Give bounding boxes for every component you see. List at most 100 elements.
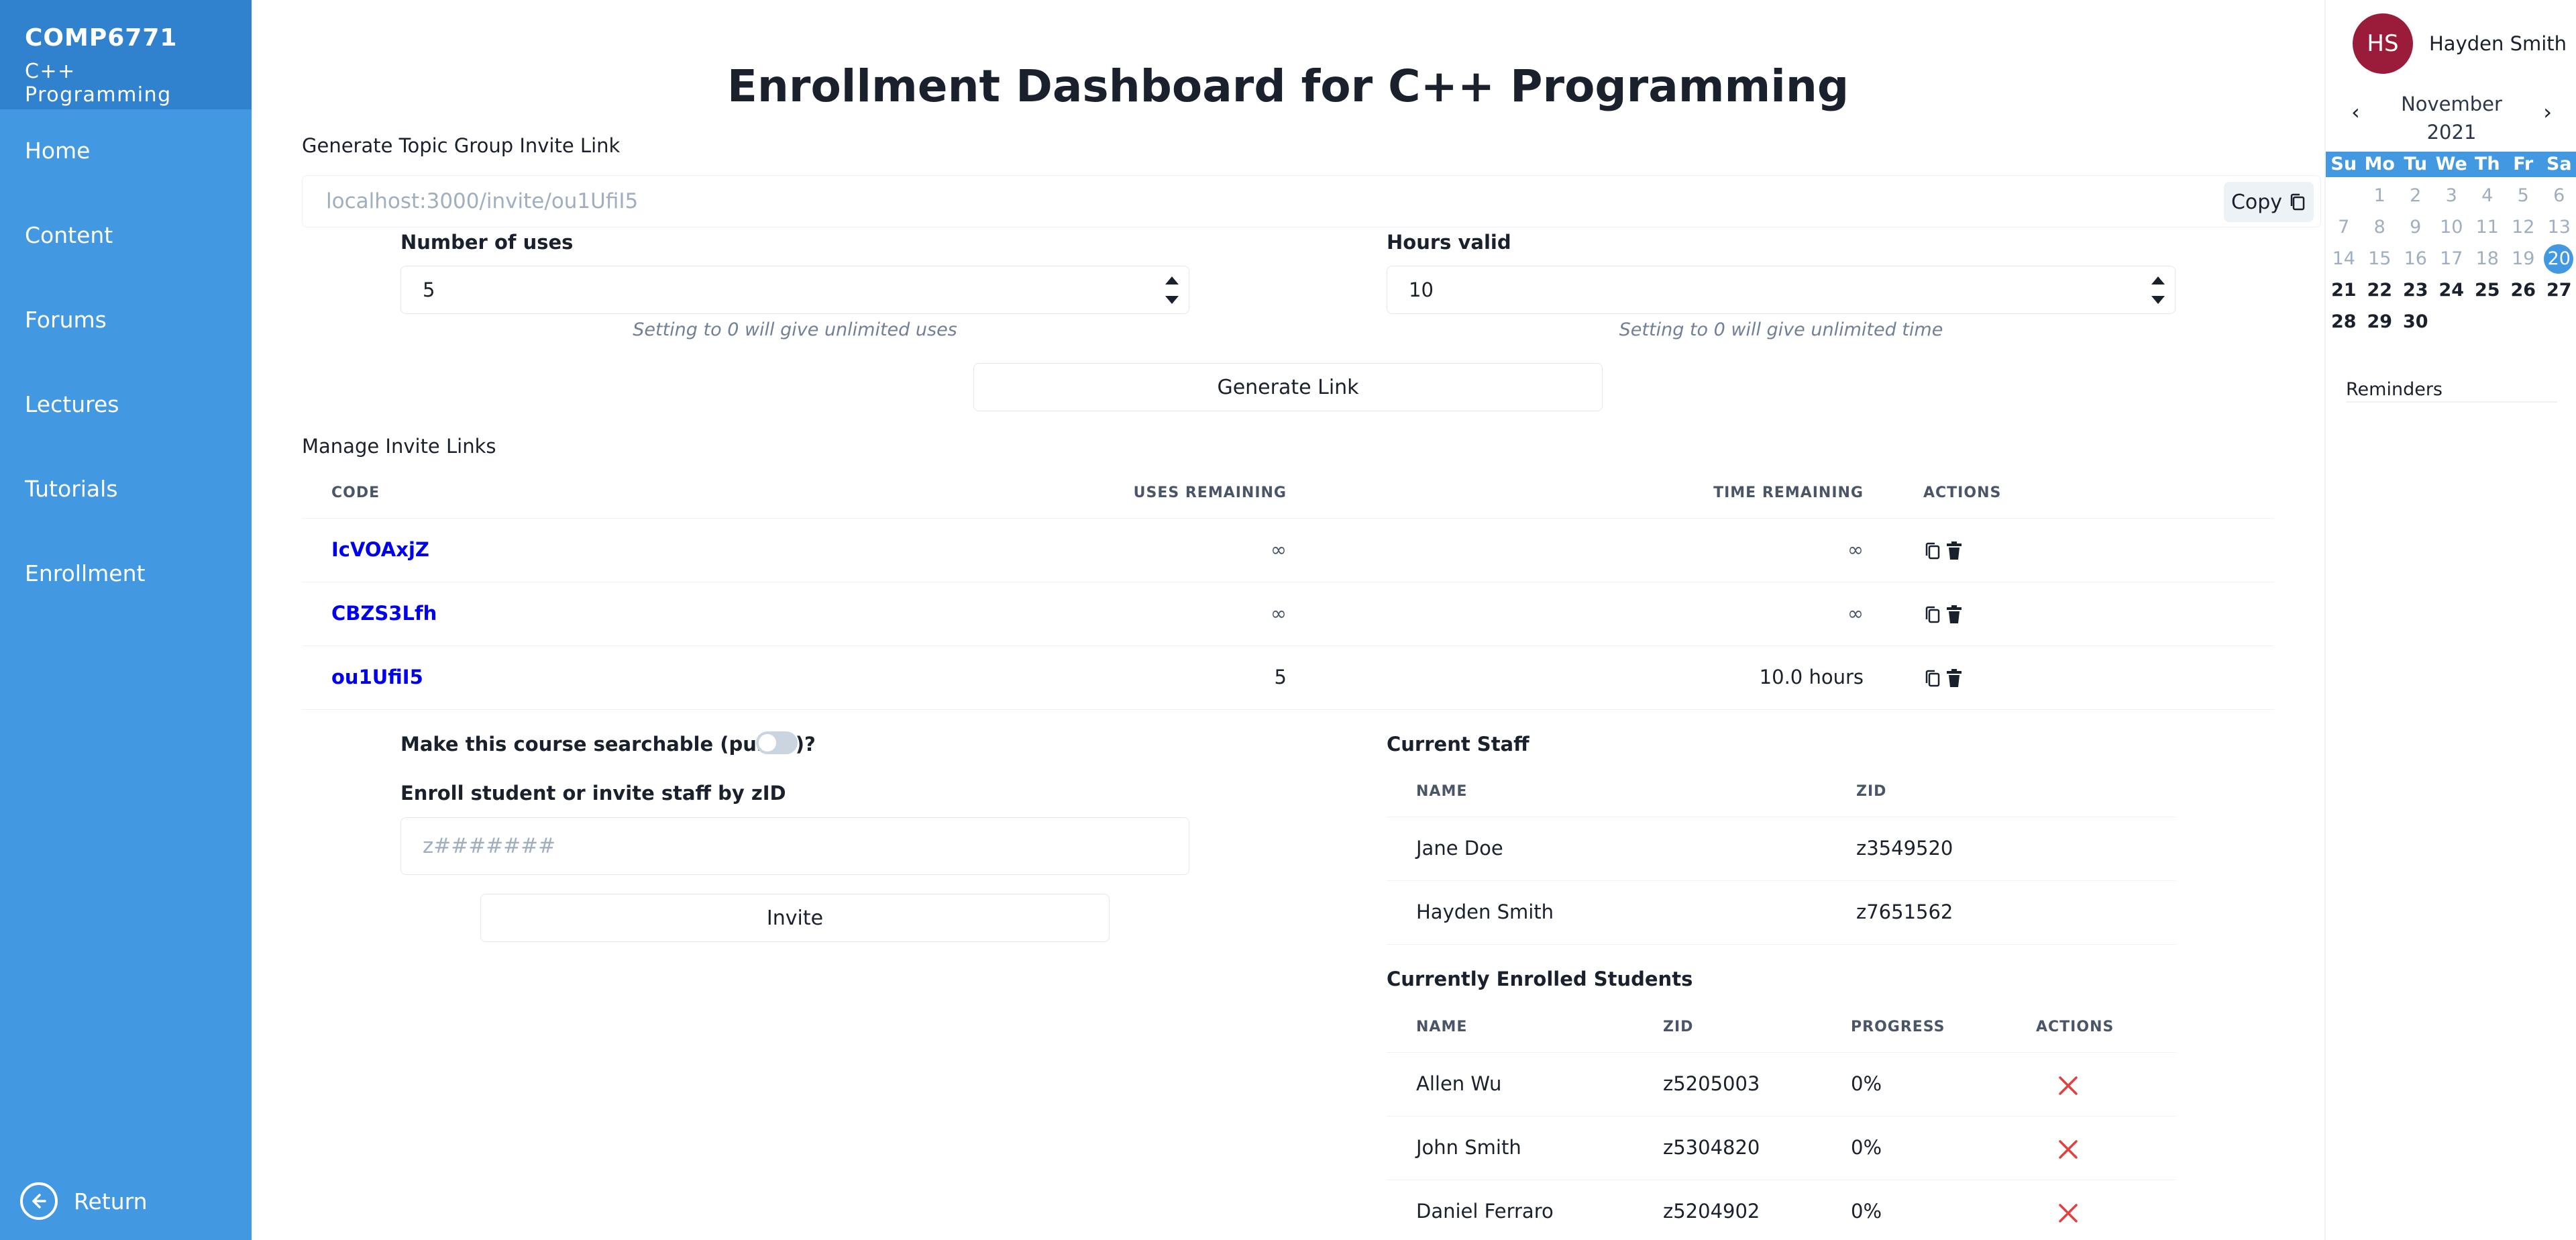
- weekday-label: Su: [2330, 154, 2357, 174]
- calendar-nav: ‹ November 2021 ›: [2326, 87, 2576, 148]
- manage-section-label: Manage Invite Links: [302, 435, 496, 458]
- calendar-day[interactable]: 17: [2434, 243, 2470, 274]
- invite-code-link[interactable]: ou1UfiI5: [331, 666, 423, 688]
- calendar-day[interactable]: 25: [2469, 274, 2506, 306]
- remove-student-icon[interactable]: [2057, 1139, 2079, 1160]
- calendar-day[interactable]: 26: [2506, 274, 2542, 306]
- student-progress: 0%: [1851, 1136, 1882, 1159]
- calendar-day-number: 13: [2547, 217, 2571, 238]
- right-panel: HS Hayden Smith ‹ November 2021 › Su Mo …: [2324, 0, 2576, 1240]
- calendar-day[interactable]: 2: [2398, 180, 2434, 211]
- trash-icon[interactable]: [1945, 605, 1963, 625]
- calendar-day-number: 25: [2474, 280, 2500, 301]
- return-button[interactable]: Return: [20, 1182, 148, 1220]
- calendar-day[interactable]: 6: [2541, 180, 2576, 211]
- invite-section-label: Generate Topic Group Invite Link: [302, 134, 621, 157]
- invite-link-field[interactable]: localhost:3000/invite/ou1UfiI5 Copy: [302, 175, 2321, 227]
- student-zid: z5304820: [1663, 1136, 1760, 1159]
- generate-link-button[interactable]: Generate Link: [973, 363, 1603, 411]
- staff-name: Hayden Smith: [1416, 900, 1554, 923]
- calendar-day-number: 16: [2404, 248, 2427, 269]
- staff-name: Jane Doe: [1416, 837, 1503, 860]
- weekday-label: We: [2435, 154, 2467, 174]
- calendar-day[interactable]: 13: [2541, 211, 2576, 243]
- uses-remaining: 5: [1274, 666, 1287, 688]
- calendar-day[interactable]: 23: [2398, 274, 2434, 306]
- stepper-down-icon[interactable]: [1165, 295, 1179, 304]
- calendar-weekday-header: Su Mo Tu We Th Fr Sa: [2326, 152, 2576, 177]
- students-title: Currently Enrolled Students: [1387, 968, 1693, 990]
- uses-stepper[interactable]: [1162, 270, 1182, 309]
- uses-input[interactable]: 5: [400, 266, 1189, 314]
- sidebar-item-lectures[interactable]: Lectures: [0, 362, 252, 446]
- calendar-day[interactable]: 24: [2434, 274, 2470, 306]
- calendar-day[interactable]: 28: [2326, 306, 2362, 338]
- calendar-day[interactable]: 30: [2398, 306, 2434, 338]
- calendar-day[interactable]: 11: [2469, 211, 2506, 243]
- copy-icon[interactable]: [1924, 541, 1941, 561]
- calendar-day-number: 17: [2440, 248, 2463, 269]
- zid-input[interactable]: z#######: [400, 817, 1189, 875]
- calendar-day[interactable]: 22: [2362, 274, 2398, 306]
- invite-code-link[interactable]: IcVOAxjZ: [331, 538, 429, 561]
- calendar-day[interactable]: 10: [2434, 211, 2470, 243]
- calendar-grid: 1 2 3 4 5 6 7 8 9 10 11 12 13 14 15 16 17 18 19 20 21 22 23 24 2…: [2326, 180, 2576, 338]
- trash-icon[interactable]: [1945, 668, 1963, 688]
- col-header-actions: Actions: [2036, 1019, 2114, 1035]
- calendar-day[interactable]: 12: [2506, 211, 2542, 243]
- searchable-toggle[interactable]: [756, 731, 798, 754]
- invite-code-link[interactable]: CBZS3Lfh: [331, 602, 437, 625]
- calendar-day[interactable]: 16: [2398, 243, 2434, 274]
- calendar-day[interactable]: 9: [2398, 211, 2434, 243]
- copy-label: Copy: [2231, 190, 2283, 214]
- remove-student-icon[interactable]: [2057, 1202, 2079, 1224]
- calendar-year: 2021: [2426, 121, 2477, 144]
- calendar-week-row: 7 8 9 10 11 12 13: [2326, 211, 2576, 243]
- stepper-down-icon[interactable]: [2151, 295, 2165, 304]
- divider: [1387, 944, 2176, 945]
- calendar-day[interactable]: 7: [2326, 211, 2362, 243]
- sidebar-item-forums[interactable]: Forums: [0, 277, 252, 362]
- copy-link-button[interactable]: Copy: [2224, 182, 2314, 222]
- calendar-day[interactable]: 14: [2326, 243, 2362, 274]
- invite-button[interactable]: Invite: [480, 894, 1110, 942]
- avatar[interactable]: HS: [2353, 13, 2413, 74]
- calendar-day[interactable]: 29: [2362, 306, 2398, 338]
- calendar-day[interactable]: 21: [2326, 274, 2362, 306]
- calendar-week-row: 1 2 3 4 5 6: [2326, 180, 2576, 211]
- calendar-day-number: 19: [2512, 248, 2535, 269]
- sidebar-item-tutorials[interactable]: Tutorials: [0, 446, 252, 531]
- sidebar-item-content[interactable]: Content: [0, 193, 252, 277]
- calendar-day-today[interactable]: 20: [2541, 243, 2576, 274]
- calendar-day[interactable]: 5: [2506, 180, 2542, 211]
- return-label: Return: [74, 1188, 148, 1215]
- remove-student-icon[interactable]: [2057, 1075, 2079, 1096]
- calendar-day[interactable]: 4: [2469, 180, 2506, 211]
- calendar-day[interactable]: 19: [2506, 243, 2542, 274]
- calendar-day-number: 22: [2367, 280, 2393, 301]
- hours-stepper[interactable]: [2148, 270, 2168, 309]
- sidebar-item-enrollment[interactable]: Enrollment: [0, 531, 252, 615]
- divider: [302, 518, 2274, 519]
- calendar-day[interactable]: 18: [2469, 243, 2506, 274]
- toggle-knob: [759, 734, 776, 752]
- copy-icon[interactable]: [1924, 668, 1941, 688]
- hours-input[interactable]: 10: [1387, 266, 2176, 314]
- arrow-left-icon: [20, 1182, 58, 1220]
- copy-icon[interactable]: [1924, 605, 1941, 625]
- calendar-day[interactable]: 8: [2362, 211, 2398, 243]
- calendar-day[interactable]: 27: [2541, 274, 2576, 306]
- calendar-day[interactable]: 15: [2362, 243, 2398, 274]
- user-profile[interactable]: HS Hayden Smith: [2353, 13, 2567, 74]
- students-table: Name zID Progress Actions Allen Wu z5205…: [1387, 1004, 2176, 1240]
- calendar-day-number: 2: [2410, 185, 2422, 206]
- sidebar-item-home[interactable]: Home: [0, 108, 252, 193]
- calendar-day[interactable]: 3: [2434, 180, 2470, 211]
- next-month-icon[interactable]: ›: [2543, 99, 2552, 125]
- stepper-up-icon[interactable]: [1165, 276, 1179, 285]
- uses-value: 5: [423, 278, 435, 301]
- col-header-zid: zID: [1856, 783, 1887, 800]
- calendar-day[interactable]: 1: [2362, 180, 2398, 211]
- stepper-up-icon[interactable]: [2151, 276, 2165, 285]
- trash-icon[interactable]: [1945, 541, 1963, 561]
